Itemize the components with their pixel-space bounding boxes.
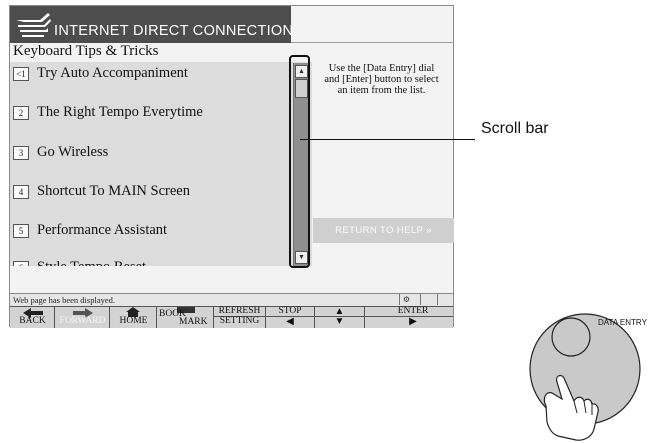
- connection-icon: ⚙: [399, 294, 413, 305]
- return-to-help-button[interactable]: RETURN TO HELP »: [313, 218, 454, 243]
- scroll-bar-highlight: [289, 55, 310, 268]
- left-button[interactable]: ◀: [266, 317, 314, 328]
- scroll-bar-callout: Scroll bar: [481, 120, 549, 137]
- callout-line: [300, 139, 475, 140]
- list-item-label: Shortcut To MAIN Screen: [37, 183, 190, 199]
- enter-label: ENTER: [397, 306, 429, 316]
- item-number-badge: 6: [13, 261, 29, 266]
- right-button[interactable]: ▶: [365, 317, 453, 328]
- help-line: and [Enter] button to select: [324, 74, 439, 85]
- home-label: HOME: [119, 316, 148, 326]
- item-number-badge: <1: [13, 67, 29, 81]
- left-arrow-icon: ◀: [286, 316, 294, 327]
- stop-left-group: STOP ◀: [266, 306, 315, 328]
- forward-button[interactable]: FORWARD: [55, 307, 110, 328]
- list-item-label: Try Auto Accompaniment: [37, 65, 188, 81]
- list-item-label: Go Wireless: [37, 144, 109, 160]
- item-number-badge: 2: [13, 106, 29, 120]
- help-text: Use the [Data Entry] dial and [Enter] bu…: [310, 63, 453, 96]
- status-indicator: [420, 294, 433, 305]
- back-button[interactable]: BACK: [10, 307, 55, 328]
- title-divider: [291, 42, 454, 43]
- list-item-label: Performance Assistant: [37, 222, 168, 238]
- up-down-group: ▲ ▼: [315, 307, 365, 328]
- status-indicator: [437, 294, 452, 305]
- window-title: INTERNET DIRECT CONNECTION: [54, 23, 294, 39]
- screen: INTERNET DIRECT CONNECTION Keyboard Tips…: [9, 5, 454, 328]
- bookmark-button[interactable]: BOOK MARK: [157, 307, 214, 328]
- list-item-label: Style Tempo Reset: [37, 258, 146, 266]
- tips-list: <1 Try Auto Accompaniment 2 The Right Te…: [10, 62, 312, 266]
- logo-icon: [16, 13, 51, 37]
- home-button[interactable]: HOME: [110, 307, 157, 328]
- help-line: Use the [Data Entry] dial: [328, 63, 435, 74]
- forward-label: FORWARD: [59, 316, 106, 326]
- refresh-label: REFRESH: [218, 306, 261, 316]
- status-bar: Web page has been displayed. ⚙: [10, 293, 453, 306]
- bookmark-label-bottom: MARK: [179, 317, 208, 327]
- down-button[interactable]: ▼: [315, 317, 364, 328]
- setting-label: SETTING: [219, 316, 260, 326]
- help-line: an item from the list.: [337, 85, 426, 96]
- back-label: BACK: [19, 316, 46, 326]
- toolbar: BACK FORWARD HOME BOOK MARK REFRESH SETT…: [10, 306, 453, 328]
- enter-right-group: ENTER ▶: [365, 306, 453, 328]
- right-arrow-icon: ▶: [409, 316, 417, 327]
- title-bar: INTERNET DIRECT CONNECTION: [10, 6, 294, 43]
- item-number-badge: 3: [13, 146, 29, 160]
- item-number-badge: 4: [13, 185, 29, 199]
- page-heading: Keyboard Tips & Tricks: [13, 43, 159, 59]
- setting-button[interactable]: SETTING: [214, 316, 265, 328]
- refresh-setting-group: REFRESH SETTING: [214, 306, 266, 328]
- down-arrow-icon: ▼: [334, 316, 345, 327]
- dial-label: DATA ENTRY: [598, 318, 647, 327]
- stop-label: STOP: [278, 306, 302, 316]
- item-number-badge: 5: [13, 224, 29, 238]
- list-item-label: The Right Tempo Everytime: [37, 104, 203, 120]
- status-text: Web page has been displayed.: [13, 295, 115, 305]
